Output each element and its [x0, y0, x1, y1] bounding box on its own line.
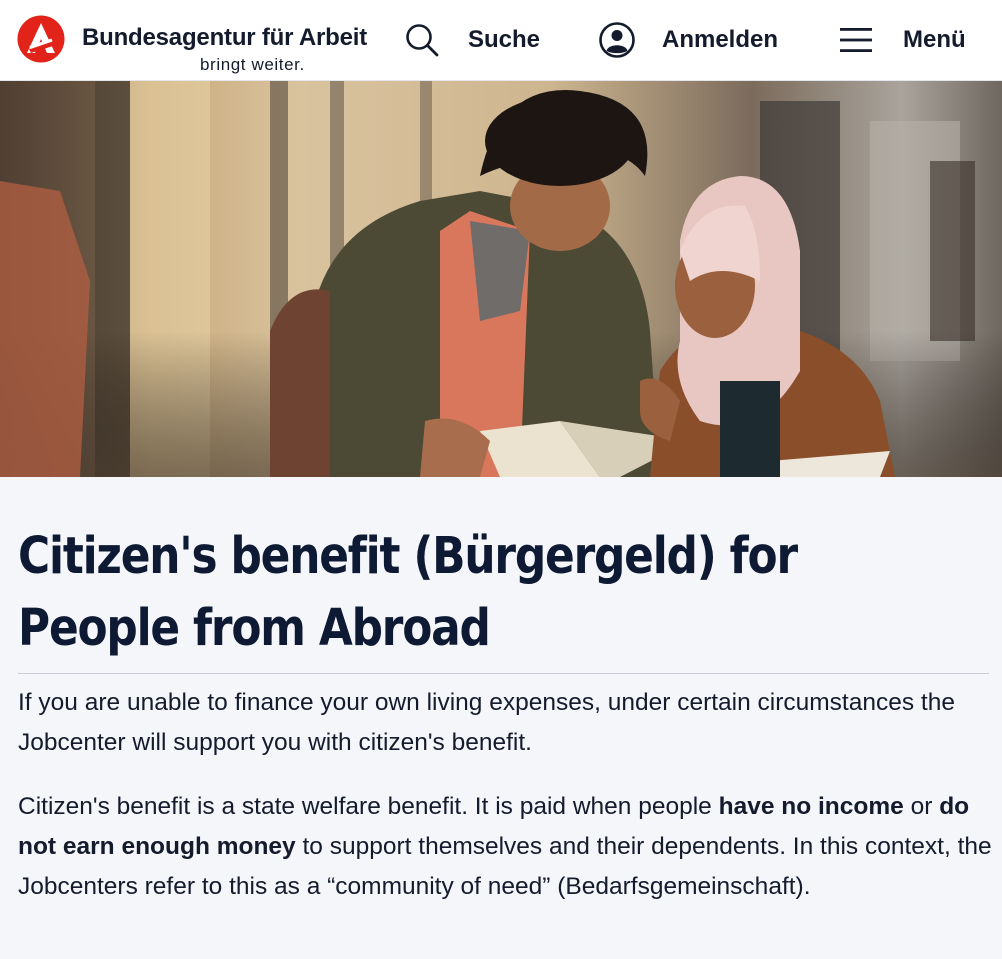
login-label: Anmelden: [662, 26, 779, 53]
page-title: Citizen's benefit (Bürgergeld) for Peopl…: [18, 527, 798, 658]
body-bold-1: have no income: [718, 793, 904, 820]
title-divider: [18, 673, 989, 674]
main-content: Citizen's benefit (Bürgergeld) for Peopl…: [0, 477, 1002, 959]
hero-image: [0, 81, 1002, 477]
body-paragraph: Citizen's benefit is a state welfare ben…: [18, 787, 993, 907]
ba-logo-icon[interactable]: [17, 15, 65, 63]
body-text-1: Citizen's benefit is a state welfare ben…: [18, 793, 719, 820]
intro-paragraph: If you are unable to finance your own li…: [18, 689, 955, 756]
user-circle-icon: [599, 22, 635, 58]
brand-name[interactable]: Bundesagentur für Arbeit: [82, 24, 367, 52]
body-text-2: or: [903, 793, 940, 820]
menu-label: Menü: [903, 26, 966, 53]
site-header: Bundesagentur für Arbeit bringt weiter. …: [0, 0, 1002, 81]
search-label: Suche: [468, 26, 541, 53]
brand-tagline: bringt weiter.: [200, 55, 305, 74]
login-button[interactable]: Anmelden: [598, 0, 778, 80]
hamburger-menu-icon: [840, 28, 872, 52]
search-button[interactable]: Suche: [404, 0, 540, 80]
menu-button[interactable]: Menü: [838, 0, 966, 80]
hero-photo: [0, 81, 1002, 477]
search-icon: [406, 24, 439, 57]
